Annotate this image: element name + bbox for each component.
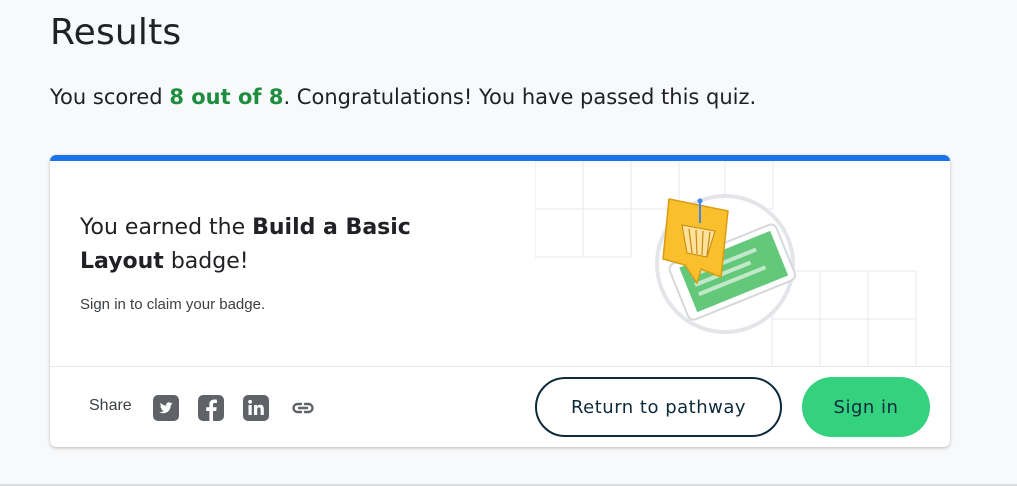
badge-illustration bbox=[535, 161, 917, 366]
score-message: . Congratulations! You have passed this … bbox=[283, 85, 757, 109]
share-label: Share bbox=[89, 397, 132, 414]
score-value: 8 out of 8 bbox=[169, 85, 284, 109]
twitter-icon[interactable] bbox=[153, 395, 179, 421]
score-prefix: You scored bbox=[50, 85, 170, 109]
badge-text-suffix: badge! bbox=[163, 249, 249, 274]
claim-badge-text: Sign in to claim your badge. bbox=[80, 296, 266, 313]
card-footer: Share Return to pathway Sign in bbox=[50, 366, 950, 447]
return-to-pathway-button[interactable]: Return to pathway bbox=[535, 377, 782, 437]
badge-card-body: You earned the Build a Basic Layout badg… bbox=[50, 161, 950, 366]
linkedin-icon[interactable] bbox=[243, 395, 269, 421]
page-title: Results bbox=[50, 12, 182, 53]
link-icon[interactable] bbox=[290, 395, 316, 421]
facebook-icon[interactable] bbox=[198, 395, 224, 421]
score-summary: You scored 8 out of 8. Congratulations! … bbox=[50, 85, 756, 109]
badge-earned-text: You earned the Build a Basic Layout badg… bbox=[80, 211, 440, 279]
badge-text-prefix: You earned the bbox=[80, 215, 253, 240]
badge-card: You earned the Build a Basic Layout badg… bbox=[50, 155, 950, 447]
sign-in-button[interactable]: Sign in bbox=[802, 377, 930, 437]
